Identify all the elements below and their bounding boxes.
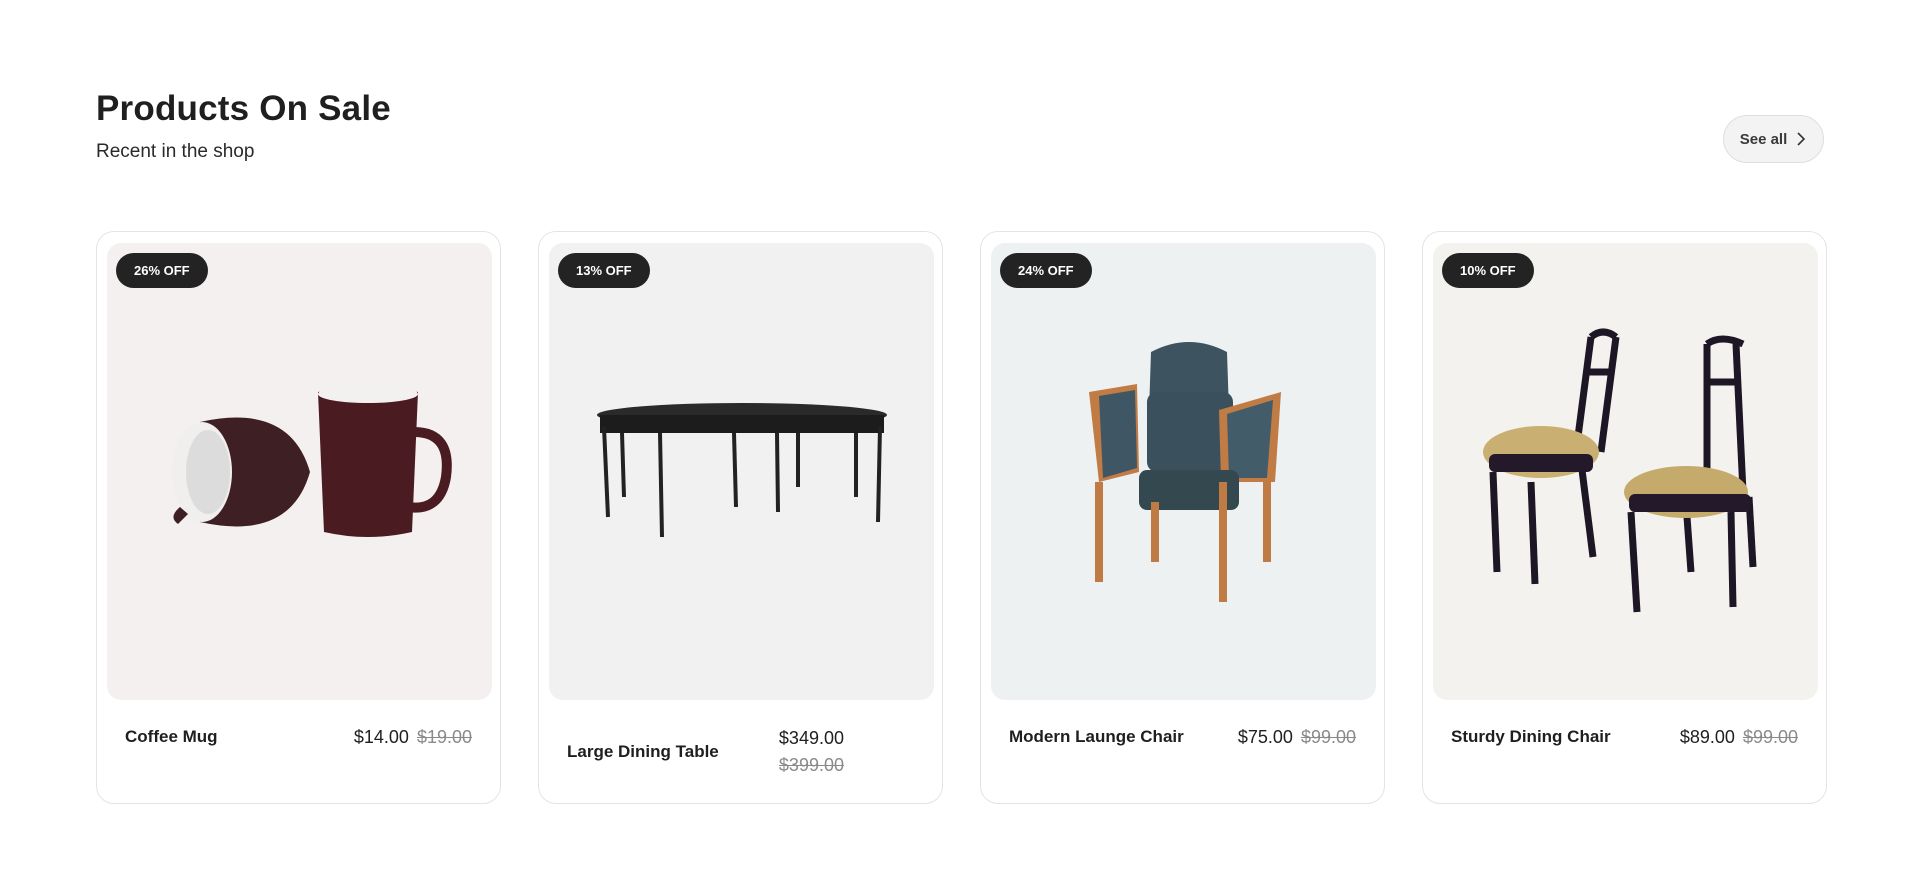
product-list: 26% OFF Coffee Mug $14.00 $19.00 13% OFF… bbox=[96, 231, 1827, 804]
sale-price: $349.00 bbox=[778, 727, 844, 748]
product-info: Large Dining Table $349.00 $399.00 bbox=[549, 700, 932, 803]
section-subtitle: Recent in the shop bbox=[96, 141, 255, 162]
product-card[interactable]: 13% OFF Large Dining Table $349.00 $399.… bbox=[538, 231, 943, 804]
section-title: Products On Sale bbox=[96, 89, 391, 128]
original-price: $99.00 bbox=[1742, 726, 1798, 747]
product-info: Coffee Mug $14.00 $19.00 bbox=[107, 700, 490, 774]
see-all-button[interactable]: See all bbox=[1723, 115, 1824, 163]
chevron-right-icon bbox=[1797, 132, 1806, 146]
dining-chairs-image bbox=[1482, 328, 1756, 612]
product-name[interactable]: Modern Launge Chair bbox=[1009, 727, 1184, 747]
see-all-label: See all bbox=[1739, 130, 1788, 148]
product-card[interactable]: 24% OFF Modern Launge Chair $75.00 $99.0… bbox=[980, 231, 1385, 804]
product-image[interactable]: 10% OFF bbox=[1433, 243, 1818, 700]
product-info: Sturdy Dining Chair $89.00 $99.00 bbox=[1433, 700, 1816, 774]
discount-badge: 13% OFF bbox=[558, 253, 650, 288]
price-group: $89.00 $99.00 bbox=[1680, 727, 1798, 748]
product-card[interactable]: 10% OFF Sturdy Dining Chair $89.00 $99.0… bbox=[1422, 231, 1827, 804]
discount-badge: 26% OFF bbox=[116, 253, 208, 288]
dining-table-image bbox=[596, 402, 887, 537]
product-image[interactable]: 13% OFF bbox=[549, 243, 934, 700]
original-price: $99.00 bbox=[1300, 726, 1356, 747]
product-image[interactable]: 26% OFF bbox=[107, 243, 492, 700]
product-info: Modern Launge Chair $75.00 $99.00 bbox=[991, 700, 1374, 774]
product-image[interactable]: 24% OFF bbox=[991, 243, 1376, 700]
sale-price: $89.00 bbox=[1679, 726, 1735, 747]
product-name[interactable]: Sturdy Dining Chair bbox=[1451, 727, 1611, 747]
original-price: $399.00 bbox=[778, 754, 844, 775]
price-group: $14.00 $19.00 bbox=[354, 727, 472, 748]
sale-price: $75.00 bbox=[1237, 726, 1293, 747]
product-card[interactable]: 26% OFF Coffee Mug $14.00 $19.00 bbox=[96, 231, 501, 804]
price-group: $349.00 $399.00 bbox=[779, 728, 844, 776]
coffee-mug-image bbox=[171, 384, 452, 537]
discount-badge: 10% OFF bbox=[1442, 253, 1534, 288]
product-name[interactable]: Coffee Mug bbox=[125, 727, 218, 747]
price-group: $75.00 $99.00 bbox=[1238, 727, 1356, 748]
discount-badge: 24% OFF bbox=[1000, 253, 1092, 288]
section-header: Products On Sale Recent in the shop bbox=[96, 88, 391, 164]
lounge-chair-image bbox=[1088, 341, 1281, 602]
original-price: $19.00 bbox=[416, 726, 472, 747]
product-name[interactable]: Large Dining Table bbox=[567, 742, 719, 762]
sale-price: $14.00 bbox=[353, 726, 409, 747]
